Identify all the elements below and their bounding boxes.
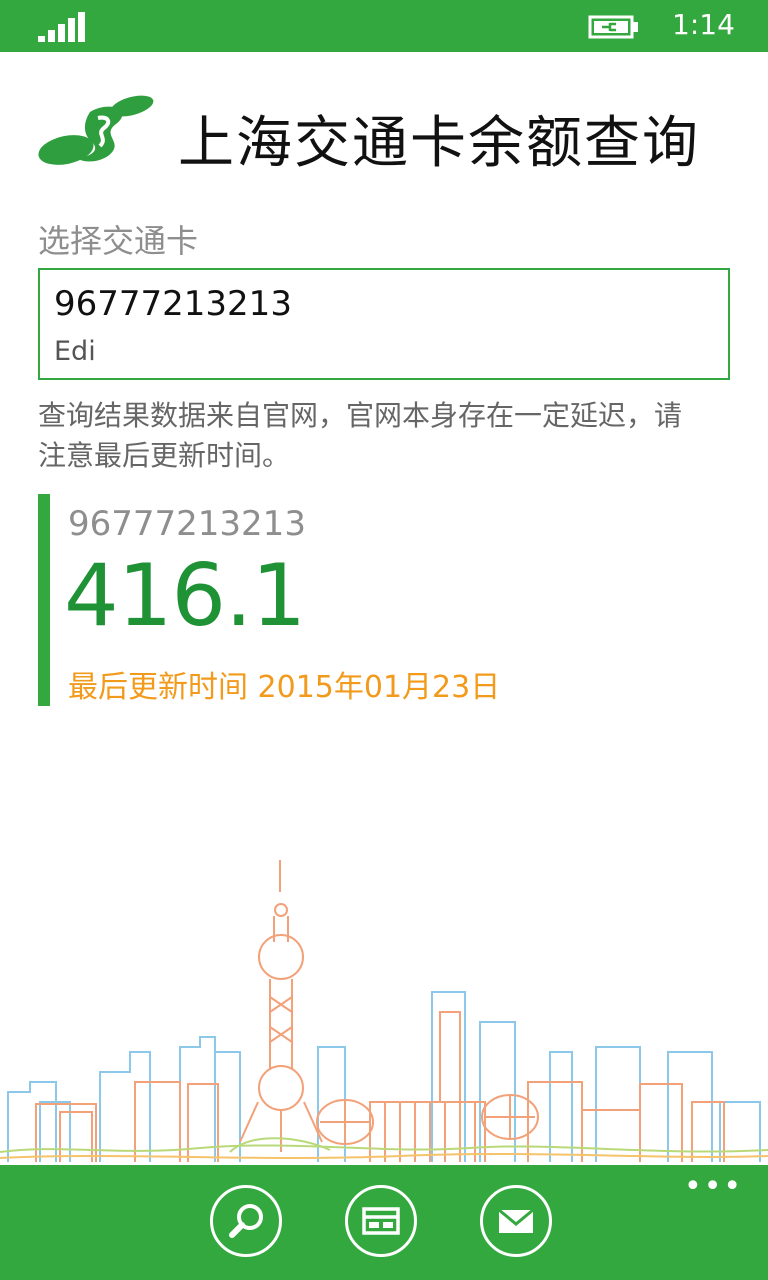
balance-result-card: 96777213213 416.1 最后更新时间 2015年01月23日 [38,494,738,706]
more-options-button[interactable]: ••• [684,1172,741,1202]
card-manage-button[interactable] [345,1185,417,1257]
card-icon [362,1207,400,1235]
card-selector-dropdown[interactable]: 96777213213 Edi [38,268,730,380]
card-selector-label: 选择交通卡 [38,222,199,260]
data-delay-notice: 查询结果数据来自官网，官网本身存在一定延迟，请注意最后更新时间。 [38,399,683,472]
app-bar: ••• [0,1165,768,1280]
result-accent-bar [38,494,50,706]
selected-card-name: Edi [54,336,96,367]
search-button[interactable] [210,1185,282,1257]
app-header: 上海交通卡余额查询 [38,88,738,178]
result-last-updated: 最后更新时间 2015年01月23日 [68,670,501,705]
page-title: 上海交通卡余额查询 [178,111,700,176]
battery-charging-icon [588,15,638,39]
result-card-number: 96777213213 [68,504,306,544]
shanghai-transport-card-logo-icon [38,95,154,165]
selected-card-number: 96777213213 [54,284,292,324]
status-time: 1:14 [672,8,735,41]
result-balance: 416.1 [64,546,306,646]
signal-strength-icon [38,12,85,42]
feedback-mail-button[interactable] [480,1185,552,1257]
mail-icon [498,1208,534,1233]
search-icon [229,1204,263,1238]
status-bar: 1:14 [0,0,768,52]
shanghai-skyline-illustration [0,860,768,1162]
